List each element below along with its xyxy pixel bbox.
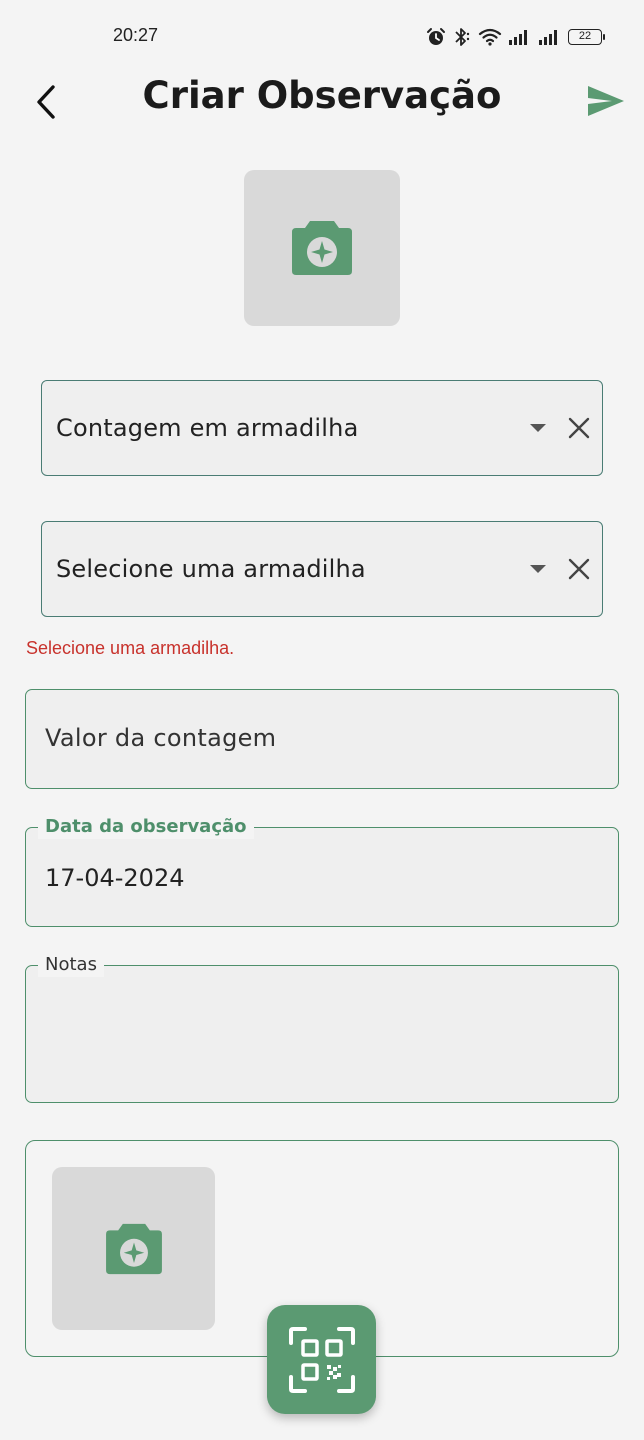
notes-label: Notas xyxy=(38,953,104,977)
signal-icon xyxy=(539,30,557,45)
wifi-icon xyxy=(478,28,502,46)
observation-date-value: 17-04-2024 xyxy=(45,864,185,892)
camera-icon xyxy=(105,1223,162,1274)
send-button[interactable] xyxy=(580,78,632,124)
scan-qr-button[interactable] xyxy=(267,1305,376,1414)
trap-error-message: Selecione uma armadilha. xyxy=(26,638,235,658)
status-icons: 22 xyxy=(426,24,605,50)
status-time: 20:27 xyxy=(113,25,159,45)
count-value-placeholder: Valor da contagem xyxy=(45,724,277,752)
send-icon xyxy=(588,86,624,116)
clear-trap-button[interactable] xyxy=(562,552,596,586)
close-icon xyxy=(568,558,590,580)
add-attachment-photo[interactable] xyxy=(52,1167,215,1330)
photo-picker[interactable] xyxy=(244,170,400,326)
bluetooth-icon xyxy=(455,28,470,46)
count-value-input[interactable]: Valor da contagem xyxy=(25,689,619,789)
observation-date-label: Data da observação xyxy=(38,815,254,839)
qr-code-scan-icon xyxy=(288,1326,355,1393)
observation-date-field[interactable]: Data da observação 17-04-2024 xyxy=(25,815,619,927)
observation-type-value: Contagem em armadilha xyxy=(56,414,359,442)
camera-icon xyxy=(292,221,352,275)
signal-icon xyxy=(509,30,527,45)
trap-value: Selecione uma armadilha xyxy=(56,555,366,583)
page-title: Criar Observação xyxy=(142,74,502,117)
notes-textarea[interactable]: Notas xyxy=(25,953,619,1103)
close-icon xyxy=(568,417,590,439)
observation-type-dropdown[interactable]: Contagem em armadilha xyxy=(41,380,603,476)
battery-icon: 22 xyxy=(568,29,605,45)
dropdown-arrow-icon[interactable] xyxy=(530,565,546,573)
alarm-icon xyxy=(427,28,445,45)
clear-observation-type-button[interactable] xyxy=(562,411,596,445)
trap-dropdown[interactable]: Selecione uma armadilha xyxy=(41,521,603,617)
dropdown-arrow-icon[interactable] xyxy=(530,424,546,432)
